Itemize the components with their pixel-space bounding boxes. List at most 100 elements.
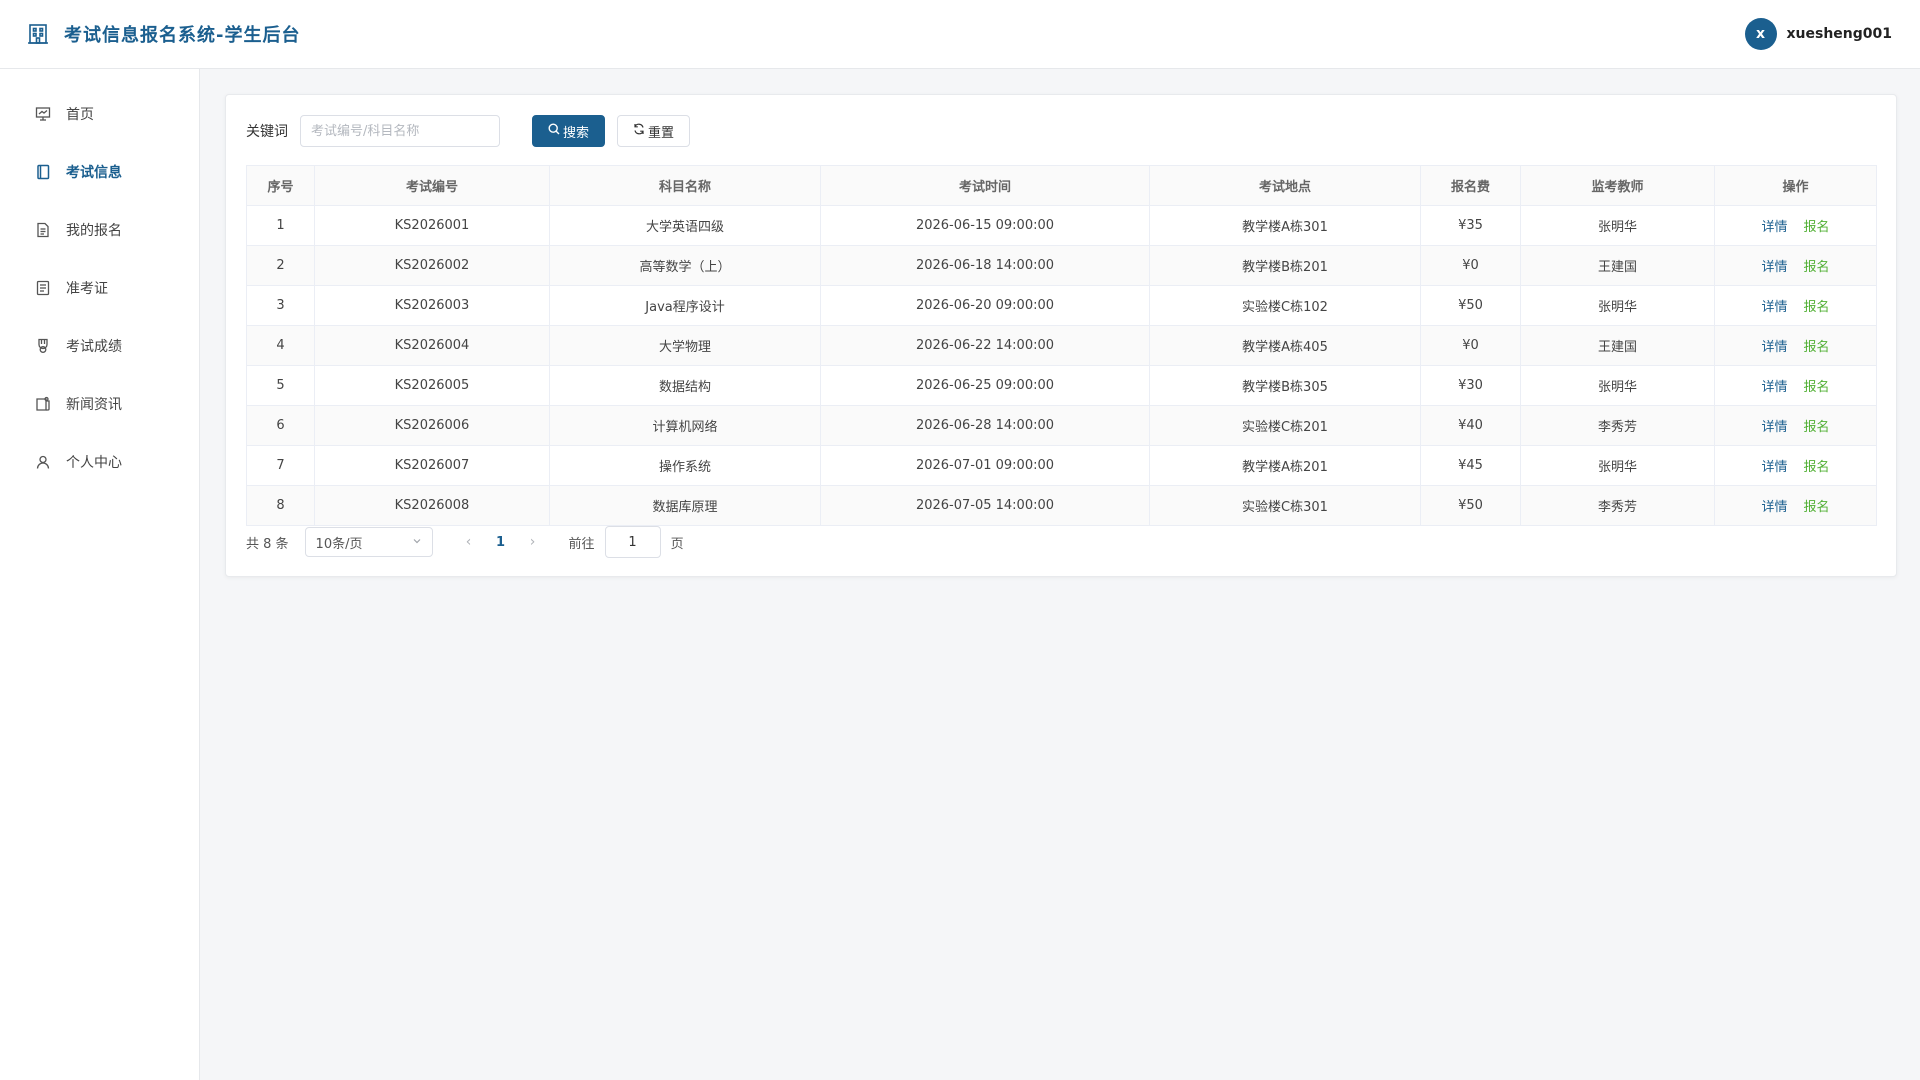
cell-actions: 详情 报名 (1714, 405, 1877, 446)
search-button[interactable]: 搜索 (532, 115, 606, 147)
cell-code: KS2026006 (314, 405, 550, 446)
reset-button[interactable]: 重置 (617, 115, 691, 147)
page-suffix: 页 (670, 536, 684, 552)
table-row: 6 KS2026006 计算机网络 2026-06-28 14:00:00 实验… (246, 405, 1877, 446)
cell-fee: ¥30 (1420, 365, 1521, 406)
building-icon (26, 22, 50, 46)
sidebar-item-admission-ticket[interactable]: 准考证 (0, 259, 199, 317)
cell-fee: ¥40 (1420, 405, 1521, 446)
cell-subject: 大学英语四级 (549, 205, 821, 246)
page-number[interactable]: 1 (485, 535, 517, 550)
prev-page-button[interactable]: ‹ (453, 534, 485, 550)
table-row: 5 KS2026005 数据结构 2026-06-25 09:00:00 教学楼… (246, 365, 1877, 406)
sidebar-item-label: 考试信息 (66, 165, 122, 181)
cell-fee: ¥50 (1420, 485, 1521, 526)
header: 考试信息报名系统-学生后台 x xuesheng001 (0, 0, 1920, 69)
sidebar-item-label: 新闻资讯 (66, 397, 122, 413)
signup-link[interactable]: 报名 (1804, 460, 1830, 475)
sidebar-item-profile[interactable]: 个人中心 (0, 433, 199, 491)
cell-code: KS2026004 (314, 325, 550, 366)
sidebar-item-news[interactable]: 新闻资讯 (0, 375, 199, 433)
cell-time: 2026-06-22 14:00:00 (820, 325, 1150, 366)
cell-code: KS2026008 (314, 485, 550, 526)
cell-place: 教学楼B栋305 (1149, 365, 1421, 406)
keyword-input[interactable] (300, 115, 500, 147)
cell-code: KS2026007 (314, 445, 550, 486)
cell-time: 2026-06-20 09:00:00 (820, 285, 1150, 326)
page-size-select[interactable]: 10条/页 (304, 527, 433, 557)
goto-label: 前往 (568, 536, 595, 552)
sidebar-item-label: 个人中心 (66, 455, 122, 471)
sidebar-item-label: 考试成绩 (66, 339, 122, 355)
cell-no: 6 (246, 405, 315, 446)
table-row: 4 KS2026004 大学物理 2026-06-22 14:00:00 教学楼… (246, 325, 1877, 366)
goto-page-input[interactable] (604, 526, 661, 558)
column-header: 考试地点 (1149, 165, 1421, 206)
table-row: 8 KS2026008 数据库原理 2026-07-05 14:00:00 实验… (246, 485, 1877, 526)
column-header: 科目名称 (549, 165, 821, 206)
detail-link[interactable]: 详情 (1761, 220, 1787, 235)
signup-link[interactable]: 报名 (1804, 380, 1830, 395)
medal-icon (34, 337, 52, 355)
chevron-down-icon (412, 535, 422, 550)
detail-link[interactable]: 详情 (1761, 260, 1787, 275)
sidebar-item-scores[interactable]: 考试成绩 (0, 317, 199, 375)
page-size-value: 10条/页 (315, 536, 363, 552)
detail-link[interactable]: 详情 (1761, 460, 1787, 475)
cell-subject: 操作系统 (549, 445, 821, 486)
column-header: 操作 (1714, 165, 1877, 206)
cell-time: 2026-06-15 09:00:00 (820, 205, 1150, 246)
cell-no: 3 (246, 285, 315, 326)
signup-link[interactable]: 报名 (1804, 420, 1830, 435)
sidebar-item-my-signup[interactable]: 我的报名 (0, 201, 199, 259)
table-row: 2 KS2026002 高等数学（上） 2026-06-18 14:00:00 … (246, 245, 1877, 286)
username[interactable]: xuesheng001 (1787, 26, 1893, 42)
keyword-label: 关键词 (246, 124, 288, 140)
cell-teacher: 王建国 (1520, 325, 1715, 366)
cell-fee: ¥0 (1420, 245, 1521, 286)
cell-time: 2026-07-01 09:00:00 (820, 445, 1150, 486)
avatar[interactable]: x (1744, 18, 1777, 50)
detail-link[interactable]: 详情 (1761, 300, 1787, 315)
sidebar-item-home[interactable]: 首页 (0, 85, 199, 143)
table-row: 1 KS2026001 大学英语四级 2026-06-15 09:00:00 教… (246, 205, 1877, 246)
signup-link[interactable]: 报名 (1804, 340, 1830, 355)
cell-teacher: 张明华 (1520, 285, 1715, 326)
signup-link[interactable]: 报名 (1804, 260, 1830, 275)
next-page-button[interactable]: › (517, 534, 549, 550)
detail-link[interactable]: 详情 (1761, 340, 1787, 355)
signup-link[interactable]: 报名 (1804, 220, 1830, 235)
presentation-icon (34, 105, 52, 123)
exam-table: 序号 考试编号 科目名称 考试时间 考试地点 报名费 监考教师 操作 1 KS2… (246, 165, 1877, 526)
chevron-left-icon: ‹ (465, 534, 472, 550)
cell-actions: 详情 报名 (1714, 325, 1877, 366)
news-icon (34, 395, 52, 413)
detail-link[interactable]: 详情 (1761, 500, 1787, 515)
detail-link[interactable]: 详情 (1761, 420, 1787, 435)
cell-teacher: 李秀芳 (1520, 405, 1715, 446)
cell-actions: 详情 报名 (1714, 205, 1877, 246)
chevron-right-icon: › (529, 534, 536, 550)
sidebar-item-label: 我的报名 (66, 223, 122, 239)
exam-list-card: 关键词 搜索 重置 序号 考试编号 科目名称 考试时间 考试地点 (225, 94, 1897, 577)
cell-no: 2 (246, 245, 315, 286)
cell-subject: 计算机网络 (549, 405, 821, 446)
cell-no: 4 (246, 325, 315, 366)
user-menu[interactable]: x xuesheng001 (1744, 18, 1893, 50)
cell-place: 教学楼A栋201 (1149, 445, 1421, 486)
cell-subject: 高等数学（上） (549, 245, 821, 286)
cell-time: 2026-06-28 14:00:00 (820, 405, 1150, 446)
document-icon (34, 221, 52, 239)
cell-place: 实验楼C栋201 (1149, 405, 1421, 446)
sidebar-item-label: 准考证 (66, 281, 108, 297)
cell-no: 8 (246, 485, 315, 526)
sidebar-item-exam-info[interactable]: 考试信息 (0, 143, 199, 201)
detail-link[interactable]: 详情 (1761, 380, 1787, 395)
signup-link[interactable]: 报名 (1804, 300, 1830, 315)
cell-subject: Java程序设计 (549, 285, 821, 326)
signup-link[interactable]: 报名 (1804, 500, 1830, 515)
cell-time: 2026-06-18 14:00:00 (820, 245, 1150, 286)
cell-place: 教学楼A栋301 (1149, 205, 1421, 246)
pagination: 共 8 条 10条/页 ‹ 1 › 前往 页 (246, 526, 1876, 558)
table-row: 3 KS2026003 Java程序设计 2026-06-20 09:00:00… (246, 285, 1877, 326)
